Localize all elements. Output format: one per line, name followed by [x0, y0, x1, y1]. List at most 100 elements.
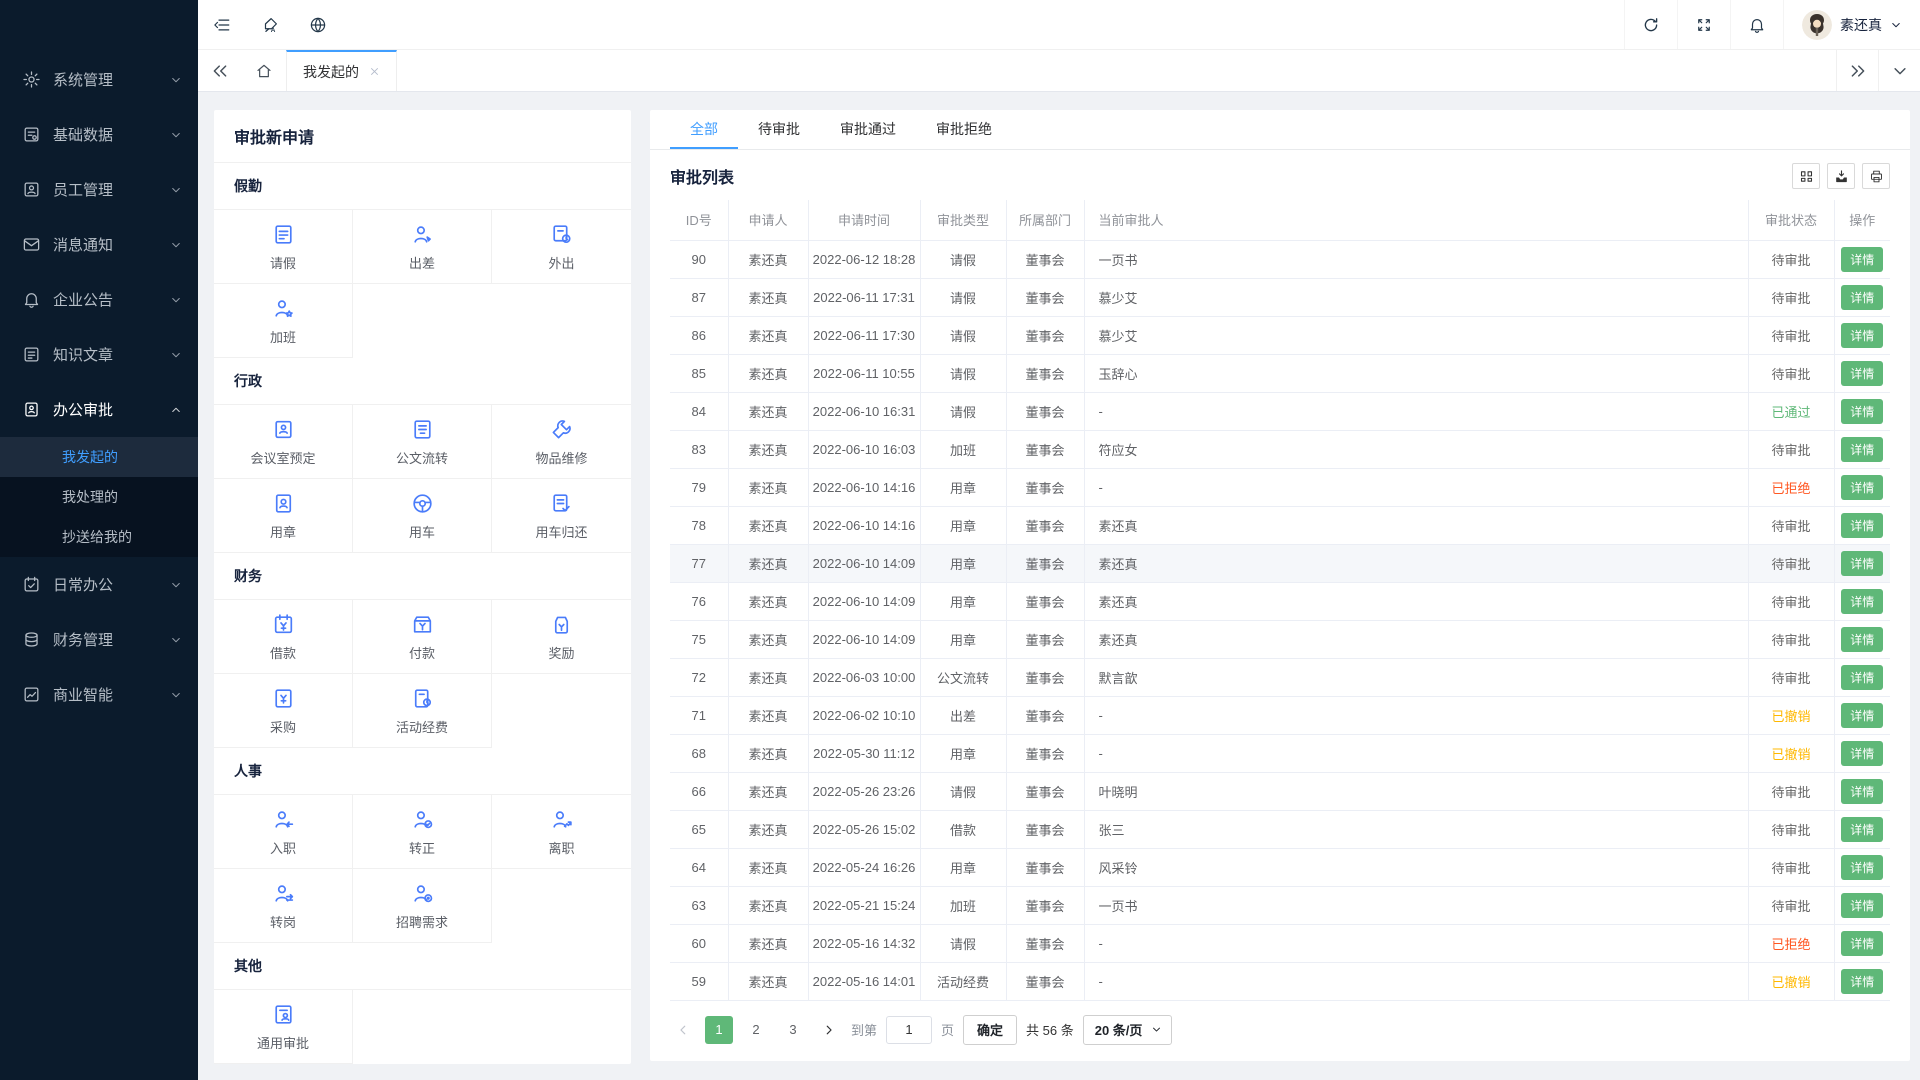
sidebar-item[interactable]: 基础数据 — [0, 107, 198, 162]
table-cell: 87 — [670, 278, 728, 316]
page-size-select[interactable]: 20 条/页 — [1083, 1015, 1173, 1045]
approval-app-item[interactable]: 奖励 — [492, 600, 631, 674]
detail-button[interactable]: 详情 — [1841, 741, 1883, 766]
sidebar-item[interactable]: 日常办公 — [0, 557, 198, 612]
refresh-icon[interactable] — [1624, 0, 1677, 49]
sidebar-subitem[interactable]: 我处理的 — [0, 477, 198, 517]
detail-button[interactable]: 详情 — [1841, 475, 1883, 500]
approval-app-item[interactable]: 用车 — [353, 479, 492, 553]
detail-button[interactable]: 详情 — [1841, 437, 1883, 462]
approval-app-item[interactable]: 招聘需求 — [353, 869, 492, 943]
approval-app-item[interactable]: 用车归还 — [492, 479, 631, 553]
approval-app-item[interactable]: 公文流转 — [353, 405, 492, 479]
action-cell: 详情 — [1834, 316, 1890, 354]
table-cell: 素还真 — [1084, 620, 1748, 658]
approval-app-item[interactable]: 通用审批 — [214, 990, 353, 1064]
approval-app-item[interactable]: 出差 — [353, 210, 492, 284]
sidebar-item[interactable]: 办公审批 — [0, 382, 198, 437]
approval-app-item[interactable]: 借款 — [214, 600, 353, 674]
sidebar-subitem[interactable]: 抄送给我的 — [0, 517, 198, 557]
detail-button[interactable]: 详情 — [1841, 323, 1883, 348]
doc-flow-icon — [410, 417, 435, 442]
approval-app-item[interactable]: 付款 — [353, 600, 492, 674]
sidebar-subitem[interactable]: 我发起的 — [0, 437, 198, 477]
approval-app-item[interactable]: 入职 — [214, 795, 353, 869]
section-label: 财务 — [214, 553, 631, 600]
detail-button[interactable]: 详情 — [1841, 665, 1883, 690]
language-globe-icon[interactable] — [294, 0, 342, 49]
prev-page-button[interactable] — [670, 1016, 696, 1044]
double-chevron-right-icon[interactable] — [1836, 50, 1878, 91]
sidebar-item[interactable]: 知识文章 — [0, 327, 198, 382]
approval-app-item[interactable]: 离职 — [492, 795, 631, 869]
approval-app-item[interactable]: 采购 — [214, 674, 353, 748]
detail-button[interactable]: 详情 — [1841, 399, 1883, 424]
sidebar-item[interactable]: 消息通知 — [0, 217, 198, 272]
sidebar-item-label: 员工管理 — [53, 179, 113, 200]
approval-app-item[interactable]: 用章 — [214, 479, 353, 553]
status-badge: 待审批 — [1748, 506, 1834, 544]
page-number-button[interactable]: 3 — [779, 1016, 807, 1044]
approval-app-item[interactable]: 转岗 — [214, 869, 353, 943]
page-number-button[interactable]: 1 — [705, 1016, 733, 1044]
chevron-down-icon — [170, 184, 182, 196]
pagination: 123 到第 页 确定 共 56 条 20 条/页 — [650, 1001, 1910, 1061]
table-cell: 素还真 — [728, 430, 808, 468]
page-jump-input[interactable] — [886, 1016, 932, 1044]
detail-button[interactable]: 详情 — [1841, 931, 1883, 956]
menu-fold-icon[interactable] — [198, 0, 246, 49]
confirm-button[interactable]: 确定 — [963, 1015, 1017, 1045]
page-number-button[interactable]: 2 — [742, 1016, 770, 1044]
print-icon[interactable] — [1862, 163, 1890, 189]
detail-button[interactable]: 详情 — [1841, 703, 1883, 728]
route-tab-active[interactable]: 我发起的 — [286, 50, 397, 91]
detail-button[interactable]: 详情 — [1841, 969, 1883, 994]
filter-tab[interactable]: 审批拒绝 — [916, 110, 1012, 149]
detail-button[interactable]: 详情 — [1841, 551, 1883, 576]
next-page-button[interactable] — [816, 1016, 842, 1044]
table-cell: 出差 — [920, 696, 1006, 734]
action-cell: 详情 — [1834, 506, 1890, 544]
column-settings-icon[interactable] — [1792, 163, 1820, 189]
home-icon[interactable] — [242, 50, 286, 91]
double-chevron-left-icon[interactable] — [198, 50, 242, 91]
approval-app-item[interactable]: 转正 — [353, 795, 492, 869]
doc-clock-icon — [549, 222, 574, 247]
detail-button[interactable]: 详情 — [1841, 513, 1883, 538]
detail-button[interactable]: 详情 — [1841, 285, 1883, 310]
sidebar-item[interactable]: 企业公告 — [0, 272, 198, 327]
sidebar-item[interactable]: 员工管理 — [0, 162, 198, 217]
detail-button[interactable]: 详情 — [1841, 817, 1883, 842]
chevron-down-icon[interactable] — [1878, 50, 1920, 91]
approval-app-item[interactable]: 请假 — [214, 210, 353, 284]
fullscreen-icon[interactable] — [1677, 0, 1730, 49]
approval-app-item[interactable]: 会议室预定 — [214, 405, 353, 479]
notification-bell-icon[interactable] — [1730, 0, 1783, 49]
detail-button[interactable]: 详情 — [1841, 779, 1883, 804]
filter-tab[interactable]: 待审批 — [738, 110, 820, 149]
panel-title: 审批新申请 — [214, 110, 631, 163]
detail-button[interactable]: 详情 — [1841, 361, 1883, 386]
sidebar-item[interactable]: 商业智能 — [0, 667, 198, 722]
table-cell: - — [1084, 696, 1748, 734]
data-icon — [22, 125, 41, 144]
theme-brush-icon[interactable]: A — [246, 0, 294, 49]
action-cell: 详情 — [1834, 240, 1890, 278]
detail-button[interactable]: 详情 — [1841, 627, 1883, 652]
approval-app-item[interactable]: 外出 — [492, 210, 631, 284]
approval-app-item[interactable]: 物品维修 — [492, 405, 631, 479]
sidebar-item[interactable]: 财务管理 — [0, 612, 198, 667]
approval-app-item[interactable]: 加班 — [214, 284, 353, 358]
close-icon[interactable] — [369, 66, 380, 77]
detail-button[interactable]: 详情 — [1841, 589, 1883, 614]
export-icon[interactable] — [1827, 163, 1855, 189]
user-menu[interactable]: 素还真 — [1783, 0, 1920, 49]
detail-button[interactable]: 详情 — [1841, 855, 1883, 880]
filter-tab[interactable]: 审批通过 — [820, 110, 916, 149]
avatar — [1802, 10, 1832, 40]
sidebar-item[interactable]: 系统管理 — [0, 52, 198, 107]
approval-app-item[interactable]: 活动经费 — [353, 674, 492, 748]
filter-tab[interactable]: 全部 — [670, 110, 738, 149]
detail-button[interactable]: 详情 — [1841, 247, 1883, 272]
detail-button[interactable]: 详情 — [1841, 893, 1883, 918]
